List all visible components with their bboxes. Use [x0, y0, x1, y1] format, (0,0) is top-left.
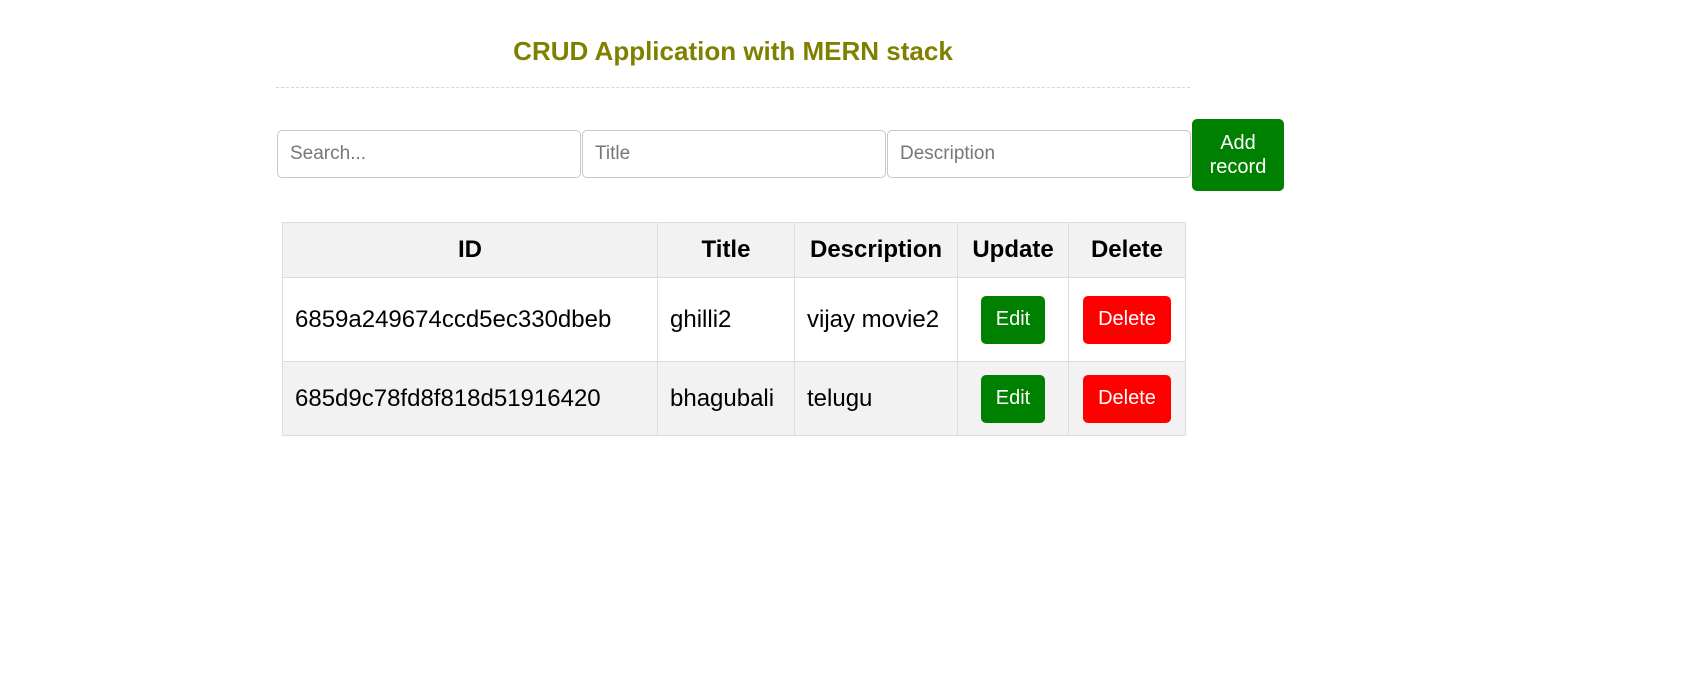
- column-header-id: ID: [282, 222, 658, 278]
- cell-delete: Delete: [1068, 361, 1186, 436]
- description-input[interactable]: [887, 130, 1191, 178]
- edit-button[interactable]: Edit: [980, 295, 1046, 344]
- table-header-row: ID Title Description Update Delete: [282, 222, 1186, 278]
- search-input[interactable]: [277, 130, 581, 178]
- title-input[interactable]: [582, 130, 886, 178]
- column-header-update: Update: [957, 222, 1069, 278]
- cell-description: vijay movie2: [794, 277, 958, 362]
- title-divider: [276, 87, 1190, 88]
- cell-id: 6859a249674ccd5ec330dbeb: [282, 277, 658, 362]
- delete-button[interactable]: Delete: [1083, 374, 1171, 423]
- column-header-title: Title: [657, 222, 795, 278]
- cell-delete: Delete: [1068, 277, 1186, 362]
- cell-update: Edit: [957, 277, 1069, 362]
- column-header-description: Description: [794, 222, 958, 278]
- cell-description: telugu: [794, 361, 958, 436]
- column-header-delete: Delete: [1068, 222, 1186, 278]
- cell-title: bhagubali: [657, 361, 795, 436]
- cell-id: 685d9c78fd8f818d51916420: [282, 361, 658, 436]
- edit-button[interactable]: Edit: [980, 374, 1046, 423]
- page-title: CRUD Application with MERN stack: [513, 36, 953, 66]
- delete-button[interactable]: Delete: [1083, 295, 1171, 344]
- table-row: 6859a249674ccd5ec330dbeb ghilli2 vijay m…: [282, 277, 1186, 362]
- records-table: ID Title Description Update Delete 6859a…: [282, 222, 1186, 436]
- cell-title: ghilli2: [657, 277, 795, 362]
- cell-update: Edit: [957, 361, 1069, 436]
- table-row: 685d9c78fd8f818d51916420 bhagubali telug…: [282, 361, 1186, 436]
- add-record-button[interactable]: Add record: [1192, 119, 1284, 191]
